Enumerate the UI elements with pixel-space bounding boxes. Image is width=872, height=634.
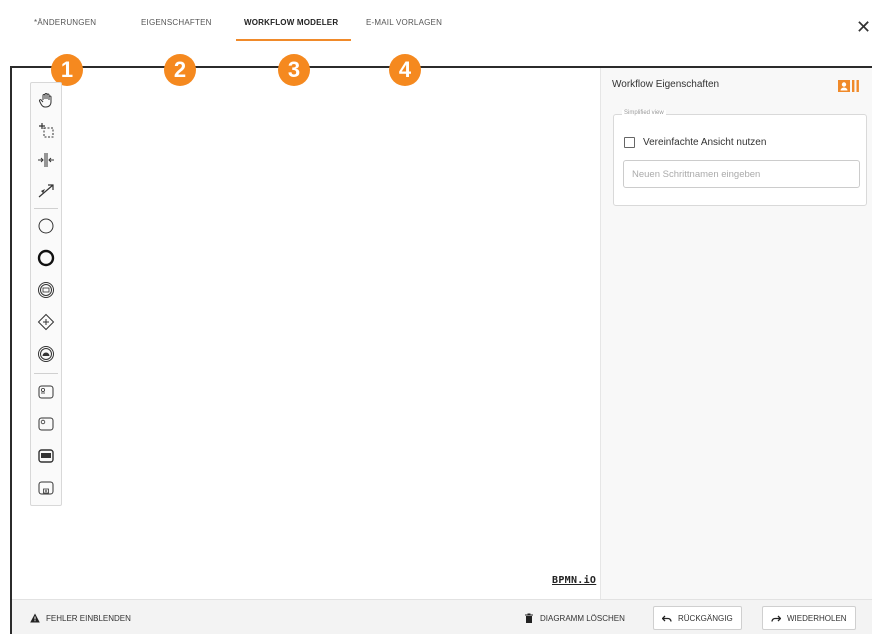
undo-label: RÜCKGÄNGIG: [678, 613, 733, 623]
active-tab-indicator: [236, 39, 351, 41]
tab-bar: *ÄNDERUNGEN EIGENSCHAFTEN WORKFLOW MODEL…: [0, 0, 872, 46]
simplified-view-fieldset: Simplified view Vereinfachte Ansicht nut…: [613, 110, 867, 206]
tab-properties[interactable]: EIGENSCHAFTEN: [141, 18, 212, 42]
undo-icon: [662, 615, 672, 622]
end-event-icon[interactable]: [33, 245, 59, 271]
undo-button[interactable]: RÜCKGÄNGIG: [653, 606, 742, 630]
gateway-icon[interactable]: [33, 309, 59, 335]
start-event-icon[interactable]: [33, 213, 59, 239]
subprocess-icon[interactable]: [33, 475, 59, 501]
delete-diagram-label: DIAGRAMM LÖSCHEN: [540, 613, 625, 623]
service-task-icon[interactable]: [33, 443, 59, 469]
tab-changes[interactable]: *ÄNDERUNGEN: [34, 18, 96, 42]
step-badge-3: 3: [278, 54, 310, 86]
lasso-tool-icon[interactable]: [33, 117, 59, 143]
redo-label: WIEDERHOLEN: [787, 613, 847, 623]
properties-title: Workflow Eigenschaften: [612, 79, 720, 90]
step-badge-4: 4: [389, 54, 421, 86]
intermediate-event-icon[interactable]: [33, 277, 59, 303]
tool-palette: [30, 82, 62, 506]
user-task-icon[interactable]: [33, 411, 59, 437]
redo-icon: [771, 615, 781, 622]
global-connect-tool-icon[interactable]: [33, 177, 59, 203]
palette-separator: [34, 373, 58, 374]
step-badge-2: 2: [164, 54, 196, 86]
close-icon[interactable]: ✕: [856, 18, 872, 36]
diagram-canvas[interactable]: [12, 68, 599, 599]
tab-email-templates[interactable]: E-MAIL VORLAGEN: [366, 18, 442, 42]
simplified-view-checkbox-label[interactable]: Vereinfachte Ansicht nutzen: [643, 137, 766, 148]
bpmn-io-logo[interactable]: BPMN.iO: [552, 575, 596, 586]
hand-tool-icon[interactable]: [33, 87, 59, 113]
task-icon[interactable]: [33, 379, 59, 405]
properties-panel: Workflow Eigenschaften Simplified view V…: [600, 68, 872, 599]
space-tool-icon[interactable]: [33, 147, 59, 173]
trash-icon: [525, 613, 533, 623]
simplified-view-toggle[interactable]: Vereinfachte Ansicht nutzen: [624, 135, 766, 149]
show-errors-label: FEHLER EINBLENDEN: [46, 613, 131, 623]
step-name-input[interactable]: [623, 160, 860, 188]
simplified-view-checkbox[interactable]: [624, 136, 635, 148]
fieldset-legend: Simplified view: [622, 110, 666, 116]
redo-button[interactable]: WIEDERHOLEN: [762, 606, 856, 630]
delete-diagram-button[interactable]: DIAGRAMM LÖSCHEN: [524, 606, 625, 630]
boundary-event-icon[interactable]: [33, 341, 59, 367]
palette-separator: [34, 208, 58, 209]
toggle-panel-icon[interactable]: [838, 79, 860, 93]
show-errors-button[interactable]: FEHLER EINBLENDEN: [30, 606, 131, 630]
bottom-toolbar: FEHLER EINBLENDEN DIAGRAMM LÖSCHEN RÜCKG…: [12, 599, 872, 634]
workflow-editor-dialog: *ÄNDERUNGEN EIGENSCHAFTEN WORKFLOW MODEL…: [0, 0, 872, 634]
warning-icon: [30, 613, 40, 623]
